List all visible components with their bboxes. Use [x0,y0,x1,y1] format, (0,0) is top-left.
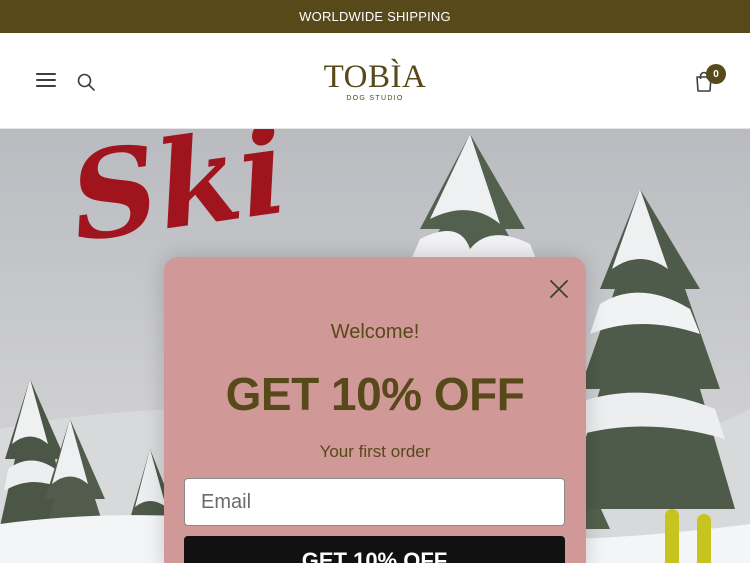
popup-welcome: Welcome! [330,321,420,343]
cart-count-badge: 0 [706,64,726,84]
hamburger-menu-icon[interactable] [36,73,56,89]
close-icon[interactable] [549,279,569,299]
logo-subtitle: DOG STUDIO [346,95,404,102]
search-icon[interactable] [76,72,96,92]
popup-subline: Your first order [319,442,431,461]
logo-wordmark: TOBÌA [323,59,427,95]
email-field[interactable] [184,478,565,526]
announcement-text: WORLDWIDE SHIPPING [299,9,451,24]
logo[interactable]: TOBÌA DOG STUDIO [300,61,450,109]
site-header: TOBÌA DOG STUDIO 0 [0,33,750,129]
popup-offer-heading: GET 10% OFF [225,368,525,420]
announcement-bar: WORLDWIDE SHIPPING [0,0,750,33]
get-discount-button[interactable]: GET 10% OFF [184,536,565,563]
discount-popup: Welcome! GET 10% OFF Your first order GE… [164,257,586,563]
